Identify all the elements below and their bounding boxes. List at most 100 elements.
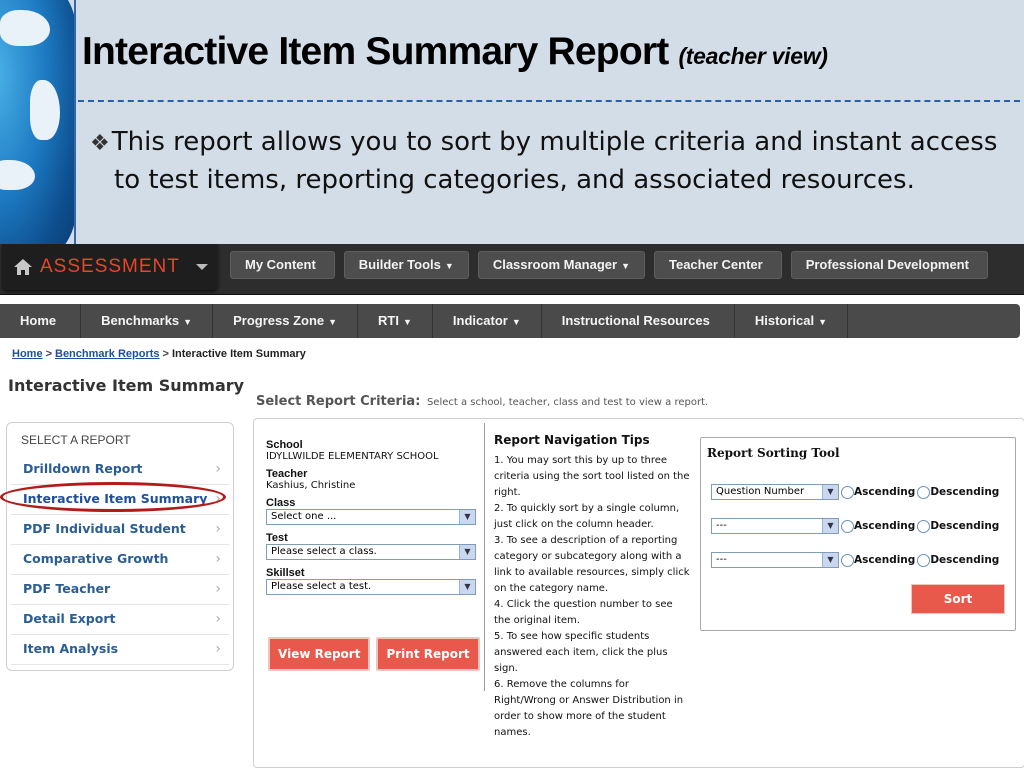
sorter-heading: Report Sorting Tool [707,446,840,460]
assessment-menu[interactable]: ASSESSMENT [2,244,218,290]
chevron-down-icon [195,264,208,270]
nav-label: Progress Zone [233,313,325,328]
top-nav-classroom-manager[interactable]: Classroom Manager ▼ [477,251,645,279]
top-nav-teacher-center[interactable]: Teacher Center [654,251,782,279]
ascending-label: Ascending [854,520,916,532]
select-arrow-icon: ▼ [822,519,838,533]
sidebar-item-label: Interactive Item Summary [23,491,208,506]
chevron-right-icon: › [215,521,221,537]
top-nav-builder-tools[interactable]: Builder Tools ▼ [343,251,469,279]
test-label: Test [266,532,288,544]
chevron-right-icon: › [215,641,221,657]
top-nav-my-content[interactable]: My Content [230,251,335,279]
slide-bullet: ❖This report allows you to sort by multi… [90,124,1014,199]
dropdown-icon: ▼ [183,317,193,327]
bullet-mark-icon: ❖ [90,131,110,156]
sort-select-1[interactable]: Question Number ▼ [711,484,839,500]
tip-item: 6. Remove the columns for Right/Wrong or… [494,679,684,738]
sort-button[interactable]: Sort [911,584,1005,614]
sidebar-item-label: Detail Export [23,611,116,626]
test-select[interactable]: Please select a class. ▼ [266,544,476,560]
chevron-right-icon: › [215,491,221,507]
top-nav-professional-development[interactable]: Professional Development [790,251,988,279]
dashed-rule [78,100,1020,102]
report-criteria-panel: School IDYLLWILDE ELEMENTARY SCHOOL Teac… [253,418,1024,768]
descending-label: Descending [930,486,1000,498]
chevron-right-icon: › [215,551,221,567]
sidebar-item-label: Item Analysis [23,641,119,656]
nav-label: Instructional Resources [561,313,710,328]
slide-subtitle: (teacher view) [678,43,828,69]
skillset-label: Skillset [266,567,305,579]
globe-image [0,0,76,270]
sidebar-item-pdf-individual-student[interactable]: PDF Individual Student › [11,515,229,545]
sidebar-item-detail-export[interactable]: Detail Export › [11,605,229,635]
nav-instructional-resources[interactable]: Instructional Resources [542,304,735,338]
sidebar-item-label: Comparative Growth [23,551,169,566]
descending-label: Descending [930,520,1000,532]
criteria-heading: Select Report Criteria: Select a school,… [256,394,708,409]
tip-item: 1. You may sort this by up to three crit… [494,455,690,498]
slide-title: Interactive Item Summary Report (teacher… [82,30,828,74]
nav-historical[interactable]: Historical ▼ [735,304,849,338]
breadcrumb-home-link[interactable]: Home [12,348,43,360]
tip-item: 3. To see a description of a reporting c… [494,535,690,594]
sort-select-2[interactable]: --- ▼ [711,518,839,534]
sidebar-item-comparative-growth[interactable]: Comparative Growth › [11,545,229,575]
tip-item: 4. Click the question number to see the … [494,599,673,626]
ascending-radio-1[interactable] [841,485,854,499]
class-select[interactable]: Select one ... ▼ [266,509,476,525]
dropdown-icon: ▼ [818,317,828,327]
dropdown-icon: ▼ [444,261,454,271]
descending-radio-3[interactable] [917,553,931,567]
descending-label: Descending [930,554,1000,566]
report-sidebar: SELECT A REPORT Drilldown Report › Intera… [6,422,234,671]
sidebar-item-pdf-teacher[interactable]: PDF Teacher › [11,575,229,605]
descending-radio-1[interactable] [917,485,931,499]
skillset-select[interactable]: Please select a test. ▼ [266,579,476,595]
sort-row-2: --- ▼ Ascending Descending [711,518,999,534]
tips-list: 1. You may sort this by up to three crit… [494,453,692,741]
bullet-text: This report allows you to sort by multip… [111,127,998,195]
sort-select-value: --- [716,554,727,565]
select-arrow-icon: ▼ [822,553,838,567]
sidebar-item-label: Drilldown Report [23,461,143,476]
nav-progress-zone[interactable]: Progress Zone ▼ [213,304,359,338]
nav-benchmarks[interactable]: Benchmarks ▼ [81,304,214,338]
nav-label: Home [20,313,57,328]
nav-home[interactable]: Home [0,304,82,338]
class-label: Class [266,497,296,509]
sidebar-item-interactive-item-summary[interactable]: Interactive Item Summary › [11,485,229,515]
sidebar-item-item-analysis[interactable]: Item Analysis › [11,635,229,665]
nav-label: Historical [754,313,815,328]
view-report-button[interactable]: View Report [268,637,371,671]
breadcrumb: Home > Benchmark Reports > Interactive Item … [12,348,306,360]
dropdown-icon: ▼ [328,317,338,327]
ascending-radio-2[interactable] [841,519,854,533]
breadcrumb-benchmark-reports-link[interactable]: Benchmark Reports [55,348,160,360]
select-arrow-icon: ▼ [822,485,838,499]
slide-title-text: Interactive Item Summary Report [82,30,669,73]
select-arrow-icon: ▼ [459,545,475,559]
teacher-value: Kashius, Christine [266,480,356,491]
nav-indicator[interactable]: Indicator ▼ [433,304,542,338]
descending-radio-2[interactable] [917,519,931,533]
ascending-label: Ascending [854,554,916,566]
report-list: Drilldown Report › Interactive Item Summa… [11,455,229,665]
sidebar-heading: SELECT A REPORT [21,433,131,447]
sidebar-item-drilldown-report[interactable]: Drilldown Report › [11,455,229,485]
sort-select-value: Question Number [716,486,805,497]
sort-row-3: --- ▼ Ascending Descending [711,552,999,568]
top-nav-label: Builder Tools [358,257,441,272]
top-bar: ASSESSMENT My Content Builder Tools ▼ Cla… [0,244,1024,295]
criteria-title: Select Report Criteria: [256,394,421,409]
top-nav-label: My Content [245,257,316,272]
dropdown-icon: ▼ [621,261,630,271]
nav-rti[interactable]: RTI ▼ [358,304,433,338]
breadcrumb-current: Interactive Item Summary [171,348,306,360]
sort-select-3[interactable]: --- ▼ [711,552,839,568]
print-report-button[interactable]: Print Report [376,637,480,671]
ascending-radio-3[interactable] [841,553,854,567]
navigation-tips: Report Navigation Tips 1. You may sort t… [494,433,692,741]
dropdown-icon: ▼ [511,317,521,327]
